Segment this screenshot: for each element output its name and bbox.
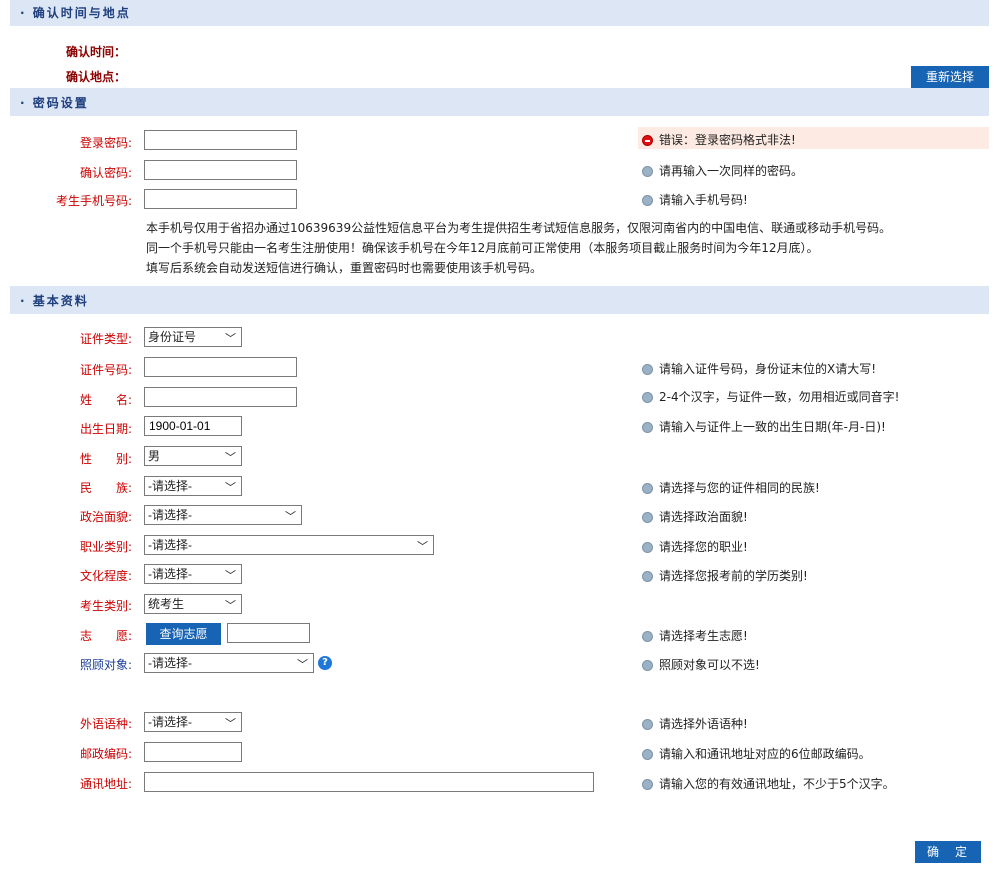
lang-select[interactable]: -请选择- ﹀ — [144, 712, 242, 732]
birth-input[interactable] — [144, 416, 242, 436]
birth-label: 出生日期: — [80, 422, 133, 436]
help-icon[interactable]: ? — [318, 656, 332, 670]
phone-note-2: 同一个手机号只能由一名考生注册使用！确保该手机号在今年12月底前可正常使用（本服… — [146, 241, 819, 255]
info-icon — [642, 779, 653, 790]
birth-hint: 请输入与证件上一致的出生日期(年-月-日)! — [642, 418, 886, 435]
lang-label: 外语语种: — [80, 717, 133, 731]
id-type-select[interactable]: 身份证号 ﹀ — [144, 327, 242, 347]
political-hint: 请选择政治面貌! — [642, 508, 748, 525]
care-select[interactable]: -请选择- ﹀ — [144, 653, 314, 673]
ethnic-select[interactable]: -请选择- ﹀ — [144, 476, 242, 496]
wish-hint: 请选择考生志愿! — [642, 627, 748, 644]
id-number-input[interactable] — [144, 357, 297, 377]
confirm-place-label: 确认地点： — [66, 70, 127, 84]
info-icon — [642, 631, 653, 642]
section-basic-header: · 基本资料 — [10, 286, 989, 314]
chevron-down-icon: ﹀ — [225, 570, 236, 582]
name-hint: 2-4个汉字，与证件一致，勿用相近或同音字! — [642, 388, 899, 405]
care-label: 照顾对象: — [80, 658, 133, 672]
info-icon — [642, 195, 653, 206]
id-number-label: 证件号码: — [80, 363, 133, 377]
section-confirm-header: · 确认时间与地点 — [10, 0, 989, 26]
info-icon — [642, 542, 653, 553]
section-title: · 基本资料 — [20, 294, 89, 308]
name-label: 姓 名: — [80, 393, 133, 407]
category-label: 考生类别: — [80, 599, 133, 613]
care-hint: 照顾对象可以不选! — [642, 656, 760, 673]
confirm-password-label: 确认密码: — [80, 166, 133, 180]
chevron-down-icon: ﹀ — [297, 659, 308, 671]
political-select[interactable]: -请选择- ﹀ — [144, 505, 302, 525]
name-input[interactable] — [144, 387, 297, 407]
id-number-hint: 请输入证件号码，身份证末位的X请大写! — [642, 360, 876, 377]
reselect-button[interactable]: 重新选择 — [911, 66, 989, 88]
info-icon — [642, 422, 653, 433]
error-icon — [642, 135, 653, 146]
info-icon — [642, 512, 653, 523]
login-password-input[interactable] — [144, 130, 297, 150]
ethnic-label: 民 族: — [80, 481, 133, 495]
info-icon — [642, 364, 653, 375]
ethnic-hint: 请选择与您的证件相同的民族! — [642, 479, 820, 496]
gender-label: 性 别: — [80, 452, 133, 466]
confirm-time-label: 确认时间： — [66, 45, 127, 59]
job-select[interactable]: -请选择- ﹀ — [144, 535, 434, 555]
login-password-error-text: 错误：登录密码格式非法! — [642, 131, 796, 148]
info-icon — [642, 719, 653, 730]
info-icon — [642, 749, 653, 760]
address-input[interactable] — [144, 772, 594, 792]
phone-hint: 请输入手机号码! — [642, 191, 748, 208]
id-type-label: 证件类型: — [80, 332, 133, 346]
submit-button[interactable]: 确 定 — [915, 841, 981, 863]
lang-hint: 请选择外语语种! — [642, 715, 748, 732]
confirm-password-hint: 请再输入一次同样的密码。 — [642, 162, 803, 179]
confirm-password-input[interactable] — [144, 160, 297, 180]
info-icon — [642, 166, 653, 177]
gender-select[interactable]: 男 ﹀ — [144, 446, 242, 466]
section-password-header: · 密码设置 — [10, 88, 989, 116]
edu-label: 文化程度: — [80, 569, 133, 583]
info-icon — [642, 392, 653, 403]
phone-note-1: 本手机号仅用于省招办通过10639639公益性短信息平台为考生提供招生考试短信息… — [146, 221, 892, 235]
zip-input[interactable] — [144, 742, 242, 762]
chevron-down-icon: ﹀ — [225, 600, 236, 612]
zip-label: 邮政编码: — [80, 747, 133, 761]
chevron-down-icon: ﹀ — [285, 511, 296, 523]
login-password-label: 登录密码: — [80, 136, 133, 150]
address-hint: 请输入您的有效通讯地址，不少于5个汉字。 — [642, 775, 895, 792]
phone-note-3: 填写后系统会自动发送短信进行确认，重置密码时也需要使用该手机号码。 — [146, 261, 543, 275]
category-select[interactable]: 统考生 ﹀ — [144, 594, 242, 614]
info-icon — [642, 483, 653, 494]
phone-input[interactable] — [144, 189, 297, 209]
wish-input[interactable] — [227, 623, 310, 643]
address-label: 通讯地址: — [80, 777, 133, 791]
edu-select[interactable]: -请选择- ﹀ — [144, 564, 242, 584]
query-wish-button[interactable]: 查询志愿 — [146, 623, 221, 645]
chevron-down-icon: ﹀ — [225, 482, 236, 494]
chevron-down-icon: ﹀ — [225, 452, 236, 464]
section-title: · 密码设置 — [20, 96, 89, 110]
section-title: · 确认时间与地点 — [20, 6, 131, 20]
chevron-down-icon: ﹀ — [225, 333, 236, 345]
chevron-down-icon: ﹀ — [417, 541, 428, 553]
phone-label: 考生手机号码: — [56, 194, 133, 208]
edu-hint: 请选择您报考前的学历类别! — [642, 567, 808, 584]
zip-hint: 请输入和通讯地址对应的6位邮政编码。 — [642, 745, 871, 762]
info-icon — [642, 571, 653, 582]
chevron-down-icon: ﹀ — [225, 718, 236, 730]
political-label: 政治面貌: — [80, 510, 133, 524]
wish-label: 志 愿: — [80, 629, 133, 643]
job-label: 职业类别: — [80, 540, 133, 554]
job-hint: 请选择您的职业! — [642, 538, 748, 555]
info-icon — [642, 660, 653, 671]
